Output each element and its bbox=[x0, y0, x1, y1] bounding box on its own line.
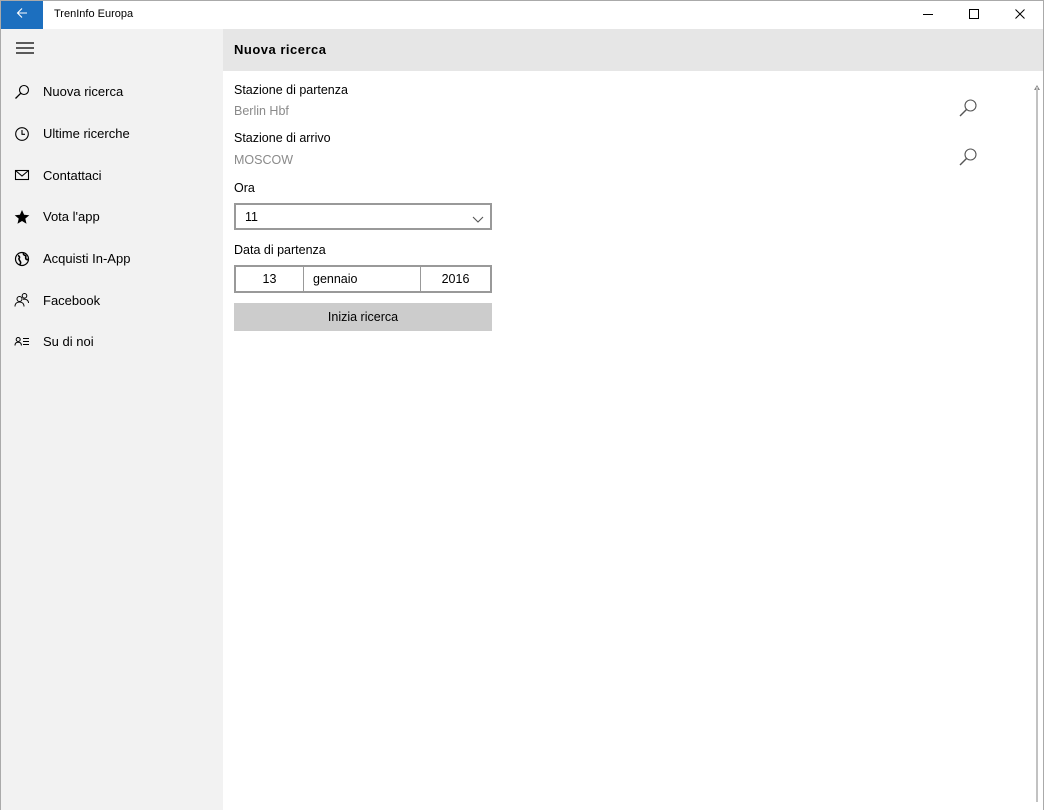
departure-search-button[interactable] bbox=[957, 98, 979, 123]
navigation-pane: Nuova ricerca Ultime ricerche Contattaci… bbox=[1, 29, 223, 810]
app-title: TrenInfo Europa bbox=[54, 8, 134, 20]
nav-label: Vota l'app bbox=[43, 209, 100, 225]
title-bar: TrenInfo Europa bbox=[1, 1, 1043, 29]
people-icon bbox=[1, 292, 43, 308]
nav-item-facebook[interactable]: Facebook bbox=[1, 279, 223, 321]
departure-label: Stazione di partenza bbox=[234, 83, 348, 97]
nav-label: Acquisti In-App bbox=[43, 251, 131, 267]
search-form: Stazione di partenza Berlin Hbf Stazione… bbox=[223, 71, 1043, 810]
start-search-button[interactable]: Inizia ricerca bbox=[234, 303, 492, 331]
arrow-left-icon bbox=[16, 6, 28, 24]
nav-label: Contattaci bbox=[43, 167, 102, 183]
departure-field[interactable]: Berlin Hbf bbox=[234, 104, 289, 118]
arrival-search-button[interactable] bbox=[957, 147, 979, 172]
mail-icon bbox=[1, 167, 43, 183]
maximize-button[interactable] bbox=[951, 1, 997, 29]
star-icon bbox=[1, 209, 43, 225]
nav-label: Facebook bbox=[43, 292, 101, 308]
time-select-value: 11 bbox=[245, 210, 258, 224]
date-label: Data di partenza bbox=[234, 243, 326, 257]
date-picker[interactable]: 13 gennaio 2016 bbox=[234, 265, 492, 293]
globe-icon bbox=[1, 251, 43, 267]
nav-label: Su di noi bbox=[43, 334, 94, 350]
nav-label: Nuova ricerca bbox=[43, 84, 124, 100]
close-button[interactable] bbox=[997, 1, 1043, 29]
nav-item-ultime-ricerche[interactable]: Ultime ricerche bbox=[1, 113, 223, 155]
minimize-button[interactable] bbox=[905, 1, 951, 29]
page-title: Nuova ricerca bbox=[234, 42, 327, 57]
date-month[interactable]: gennaio bbox=[304, 267, 421, 291]
nav-label: Ultime ricerche bbox=[43, 126, 130, 142]
clock-icon bbox=[1, 126, 43, 142]
nav-item-vota-app[interactable]: Vota l'app bbox=[1, 196, 223, 238]
nav-list: Nuova ricerca Ultime ricerche Contattaci… bbox=[1, 71, 223, 363]
contact-card-icon bbox=[1, 334, 43, 350]
back-button[interactable] bbox=[1, 1, 43, 29]
scroll-thumb[interactable] bbox=[1036, 87, 1038, 802]
arrival-field[interactable]: MOSCOW bbox=[234, 153, 293, 167]
close-icon bbox=[1015, 6, 1025, 24]
maximize-icon bbox=[969, 6, 979, 24]
hamburger-icon bbox=[16, 41, 34, 59]
search-icon bbox=[958, 98, 978, 123]
hamburger-button[interactable] bbox=[1, 29, 49, 71]
nav-item-su-di-noi[interactable]: Su di noi bbox=[1, 321, 223, 363]
nav-item-nuova-ricerca[interactable]: Nuova ricerca bbox=[1, 71, 223, 113]
time-select[interactable]: 11 bbox=[234, 203, 492, 230]
date-year[interactable]: 2016 bbox=[421, 267, 490, 291]
arrival-label: Stazione di arrivo bbox=[234, 131, 331, 145]
page-header: Nuova ricerca bbox=[223, 29, 1043, 71]
chevron-down-icon bbox=[472, 211, 484, 229]
app-window: TrenInfo Europa Nuova ricerca Ultime ric… bbox=[0, 0, 1044, 810]
minimize-icon bbox=[923, 6, 933, 24]
search-icon bbox=[958, 147, 978, 172]
nav-item-acquisti-in-app[interactable]: Acquisti In-App bbox=[1, 238, 223, 280]
date-day[interactable]: 13 bbox=[236, 267, 304, 291]
window-controls bbox=[905, 1, 1043, 29]
time-label: Ora bbox=[234, 181, 255, 195]
search-icon bbox=[1, 84, 43, 100]
vertical-scrollbar[interactable] bbox=[1031, 71, 1043, 810]
nav-item-contattaci[interactable]: Contattaci bbox=[1, 154, 223, 196]
